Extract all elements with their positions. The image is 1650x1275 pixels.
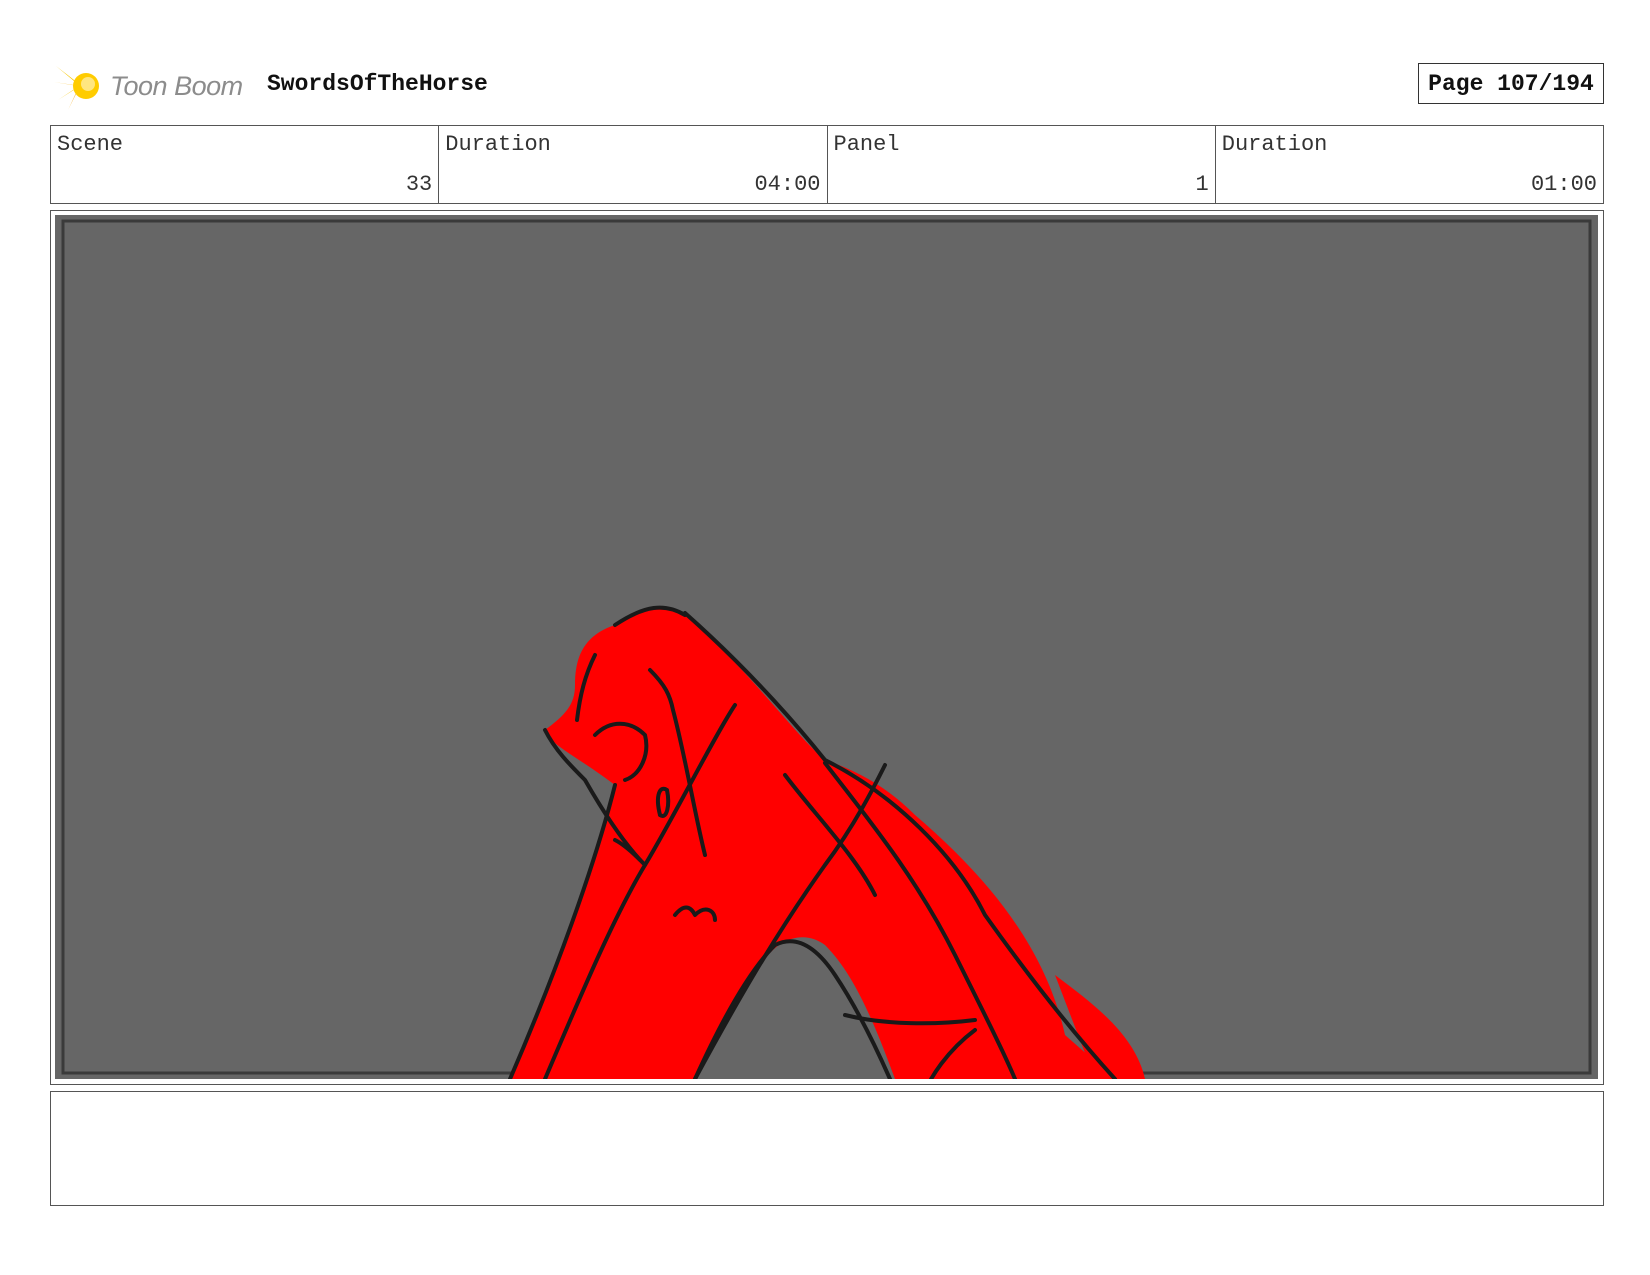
scene-duration-value: 04:00: [754, 172, 821, 197]
panel-duration-value: 01:00: [1530, 172, 1597, 197]
scene-cell: Scene 33: [51, 126, 440, 203]
scene-duration-cell: Duration 04:00: [439, 126, 828, 203]
toon-boom-logo: Toon Boom: [54, 58, 254, 114]
panel-duration-label: Duration: [1221, 132, 1328, 157]
info-table: Scene 33 Duration 04:00 Panel 1 Duration…: [50, 125, 1604, 204]
scene-duration-label: Duration: [445, 132, 551, 157]
logo-text: Toon Boom: [110, 70, 243, 101]
panel-artwork: [55, 215, 1598, 1079]
panel-label: Panel: [833, 132, 900, 157]
panel-value: 1: [1195, 172, 1209, 197]
scene-label: Scene: [57, 132, 124, 157]
panel-notes: [50, 1091, 1604, 1206]
storyboard-panel: [50, 210, 1604, 1085]
toon-boom-burst-icon: [54, 66, 99, 110]
project-title: SwordsOfTheHorse: [267, 71, 488, 97]
panel-cell: Panel 1: [828, 126, 1216, 203]
panel-duration-cell: Duration 01:00: [1216, 126, 1603, 203]
page-number: Page 107/194: [1418, 63, 1604, 104]
scene-value: 33: [405, 172, 433, 197]
